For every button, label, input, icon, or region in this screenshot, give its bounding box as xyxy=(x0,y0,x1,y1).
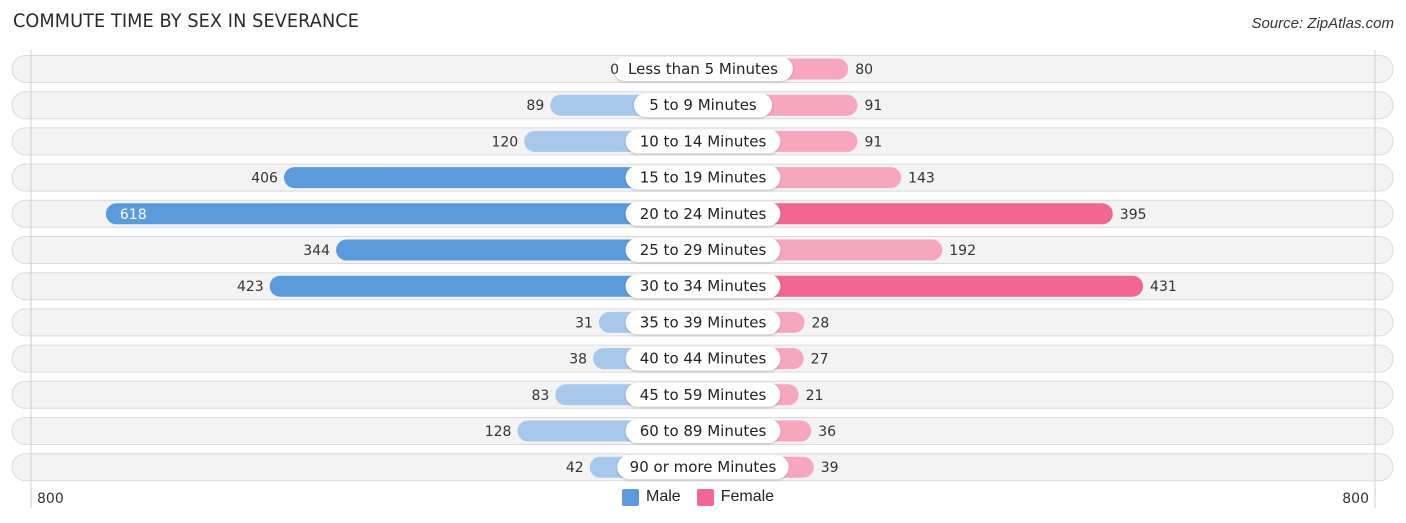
legend-label-female: Female xyxy=(720,488,775,505)
value-label-male: 128 xyxy=(485,424,512,440)
category-label: 60 to 89 Minutes xyxy=(640,422,767,440)
category-label: 20 to 24 Minutes xyxy=(640,205,767,223)
legend-item-male: Male xyxy=(622,488,681,506)
value-label-female: 91 xyxy=(864,134,882,150)
value-label-male: 42 xyxy=(566,460,584,476)
row-1: 5 to 9 Minutes 89 91 xyxy=(11,91,1394,120)
bar-male xyxy=(105,203,703,225)
value-label-male: 406 xyxy=(251,171,278,187)
category-label: 5 to 9 Minutes xyxy=(649,96,757,114)
value-label-male: 344 xyxy=(303,243,330,259)
category-label: 45 to 59 Minutes xyxy=(640,386,767,404)
axis-left-label: 800 xyxy=(37,491,64,507)
value-label-female: 39 xyxy=(821,460,839,476)
value-label-male: 38 xyxy=(569,352,587,368)
row-7: 35 to 39 Minutes 31 28 xyxy=(11,308,1394,337)
category-label: 10 to 14 Minutes xyxy=(640,132,767,150)
legend-swatch-male xyxy=(622,488,639,506)
value-label-male: 120 xyxy=(491,134,518,150)
value-label-female: 21 xyxy=(806,388,824,404)
row-10: 60 to 89 Minutes 128 36 xyxy=(11,417,1394,445)
row-3: 15 to 19 Minutes 406 143 xyxy=(11,163,1394,192)
category-label: 30 to 34 Minutes xyxy=(640,277,767,295)
value-label-female: 80 xyxy=(855,62,873,78)
value-label-female: 27 xyxy=(811,352,829,368)
value-label-female: 36 xyxy=(818,424,836,440)
row-6: 30 to 34 Minutes 423 431 xyxy=(11,272,1394,301)
legend-item-female: Female xyxy=(696,488,775,506)
row-0: Less than 5 Minutes 0 80 xyxy=(11,55,1394,83)
value-label-female: 431 xyxy=(1150,279,1177,295)
value-label-male: 31 xyxy=(575,315,593,331)
row-4: 20 to 24 Minutes 618 395 xyxy=(11,199,1394,228)
value-label-female: 395 xyxy=(1120,207,1147,223)
value-label-male: 83 xyxy=(531,388,549,404)
chart-canvas: Less than 5 Minutes 0 80 5 to 9 Minutes 89 91… xyxy=(11,50,1394,508)
value-label-male: 618 xyxy=(120,207,147,223)
category-label: 35 to 39 Minutes xyxy=(640,313,767,331)
axis-right-label: 800 xyxy=(1342,491,1369,507)
row-8: 40 to 44 Minutes 38 27 xyxy=(11,344,1394,373)
value-label-male: 0 xyxy=(610,62,619,78)
row-11: 90 or more Minutes 42 39 xyxy=(11,453,1394,482)
value-label-female: 143 xyxy=(908,171,935,187)
category-label: 15 to 19 Minutes xyxy=(640,169,767,187)
row-2: 10 to 14 Minutes 120 91 xyxy=(11,127,1394,156)
value-label-male: 89 xyxy=(526,98,544,114)
value-label-female: 192 xyxy=(949,243,976,259)
value-label-female: 28 xyxy=(812,315,830,331)
category-label: 25 to 29 Minutes xyxy=(640,241,767,259)
category-label: 90 or more Minutes xyxy=(630,458,777,476)
value-label-female: 91 xyxy=(864,98,882,114)
legend-swatch-female xyxy=(696,488,714,506)
legend-label-male: Male xyxy=(646,488,681,505)
value-label-male: 423 xyxy=(237,279,264,295)
category-label: Less than 5 Minutes xyxy=(628,60,778,78)
row-9: 45 to 59 Minutes 83 21 xyxy=(11,380,1394,409)
row-5: 25 to 29 Minutes 344 192 xyxy=(11,236,1394,264)
category-label: 40 to 44 Minutes xyxy=(640,350,767,368)
legend: Male Female xyxy=(622,488,790,506)
